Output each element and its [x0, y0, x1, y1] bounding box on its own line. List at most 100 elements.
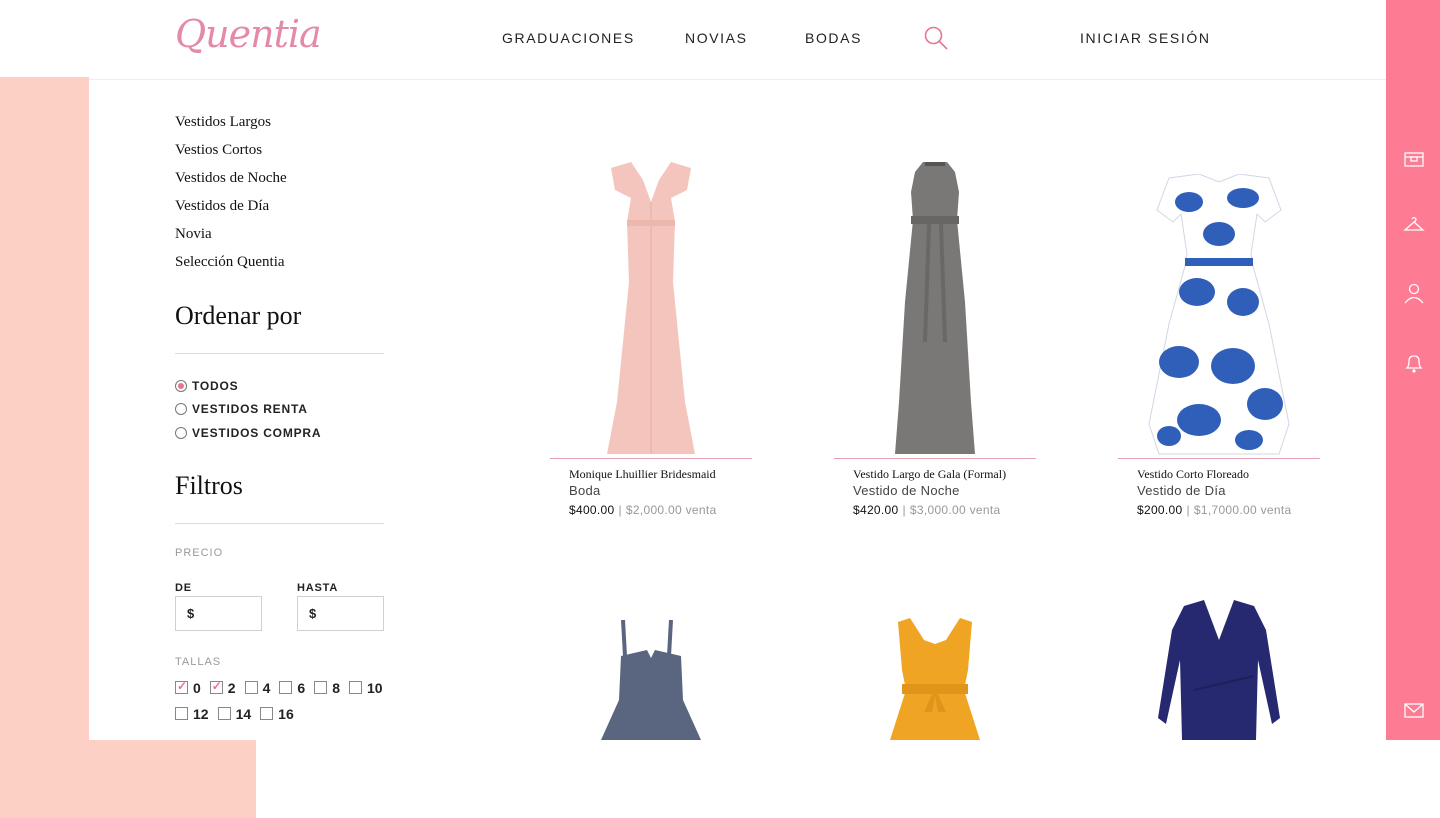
to-label: HASTA: [297, 581, 339, 594]
mail-icon[interactable]: [1403, 699, 1425, 721]
checkbox-icon[interactable]: [314, 681, 328, 694]
category-link[interactable]: Vestidos de Noche: [175, 166, 395, 194]
sort-option-label: TODOS: [192, 378, 239, 393]
sort-option-renta[interactable]: VESTIDOS RENTA: [175, 398, 395, 422]
product-category: Boda: [569, 483, 601, 498]
dress-image: [1158, 600, 1280, 740]
radio-icon[interactable]: [175, 426, 187, 439]
top-header: Quentia GRADUACIONES NOVIAS BODAS INICIA…: [89, 0, 1386, 80]
catalog-page: Quentia GRADUACIONES NOVIAS BODAS INICIA…: [89, 0, 1386, 740]
size-label: 2: [227, 679, 236, 696]
bell-icon[interactable]: [1403, 352, 1425, 374]
product-divider: [834, 458, 1036, 459]
nav-bodas[interactable]: BODAS: [805, 30, 862, 46]
size-label: 4: [262, 679, 271, 696]
size-option[interactable]: 2: [209, 679, 236, 696]
right-utility-rail: [1386, 0, 1440, 740]
size-label: 0: [193, 679, 201, 696]
dress-image: [890, 618, 980, 740]
checkbox-checked-icon[interactable]: [209, 679, 223, 694]
checkbox-checked-icon[interactable]: [175, 679, 188, 694]
product-card[interactable]: Vestido Largo de Gala (Formal) Vestido d…: [834, 148, 1036, 517]
checkbox-icon[interactable]: [279, 681, 293, 694]
product-card[interactable]: [550, 600, 752, 740]
sale-price: $1,7000.00 venta: [1193, 503, 1292, 517]
checkbox-icon[interactable]: [260, 707, 274, 720]
price-to-input[interactable]: $: [297, 595, 384, 631]
sizes-label: TALLAS: [175, 655, 222, 668]
radio-selected-icon[interactable]: [175, 379, 187, 392]
left-gutter: [0, 0, 89, 77]
size-label: 16: [278, 705, 294, 722]
size-label: 12: [193, 705, 209, 722]
product-price: $200.00 | $1,7000.00 venta: [1137, 503, 1320, 517]
product-card[interactable]: Vestido Corto Floreado Vestido de Día $2…: [1118, 148, 1320, 517]
category-link[interactable]: Vestidos Largos: [175, 110, 395, 138]
divider: [175, 353, 384, 354]
nav-graduaciones[interactable]: GRADUACIONES: [502, 30, 635, 46]
size-option[interactable]: 12: [175, 706, 209, 722]
category-link[interactable]: Vestidos de Día: [175, 194, 395, 222]
filters-title: Filtros: [175, 470, 243, 500]
size-option[interactable]: 10: [348, 680, 383, 696]
sort-option-todos[interactable]: TODOS: [175, 374, 395, 398]
decorative-pink-footer: [0, 740, 256, 818]
dress-image: [607, 162, 695, 454]
product-card[interactable]: [1118, 600, 1320, 740]
size-label: 8: [332, 679, 340, 696]
size-option[interactable]: 0: [175, 679, 201, 696]
sort-title: Ordenar por: [175, 301, 302, 330]
rent-price: $400.00: [569, 503, 615, 517]
product-price: $400.00 | $2,000.00 venta: [569, 503, 752, 517]
category-link[interactable]: Vestios Cortos: [175, 138, 395, 166]
nav-novias[interactable]: NOVIAS: [685, 30, 748, 46]
product-name[interactable]: Vestido Corto Floreado: [1137, 467, 1320, 482]
product-name[interactable]: Vestido Largo de Gala (Formal): [853, 467, 1036, 482]
product-card[interactable]: Monique Lhuillier Bridesmaid Boda $400.0…: [550, 148, 752, 517]
size-option[interactable]: 14: [217, 706, 251, 722]
brand-logo[interactable]: Quentia: [175, 12, 322, 56]
radio-icon[interactable]: [175, 403, 187, 416]
sale-price: $3,000.00 venta: [909, 503, 1001, 517]
price-from-input[interactable]: $: [175, 595, 262, 631]
checkbox-icon[interactable]: [217, 707, 231, 720]
product-category: Vestido de Día: [1137, 483, 1226, 498]
product-divider: [1118, 458, 1320, 459]
size-option[interactable]: 8: [314, 680, 340, 696]
checkbox-icon[interactable]: [348, 681, 362, 694]
product-divider: [550, 458, 752, 459]
price-label: PRECIO: [175, 546, 224, 559]
checkbox-icon[interactable]: [175, 707, 188, 720]
box-icon[interactable]: [1403, 148, 1425, 170]
hanger-icon[interactable]: [1403, 214, 1425, 236]
category-link[interactable]: Selección Quentia: [175, 250, 395, 278]
product-image[interactable]: [834, 148, 1036, 458]
size-label: 6: [297, 679, 306, 696]
from-label: DE: [175, 581, 192, 594]
login-link[interactable]: INICIAR SESIÓN: [1080, 30, 1211, 46]
size-option[interactable]: 16: [260, 706, 294, 722]
product-image[interactable]: [1118, 148, 1320, 458]
sale-price: $2,000.00 venta: [625, 503, 717, 517]
sort-option-label: VESTIDOS RENTA: [192, 402, 308, 417]
product-image[interactable]: [1118, 600, 1320, 740]
size-option[interactable]: 6: [279, 680, 305, 696]
dress-image: [601, 619, 701, 740]
size-option[interactable]: 4: [244, 679, 271, 696]
sort-option-compra[interactable]: VESTIDOS COMPRA: [175, 421, 395, 445]
product-image[interactable]: [550, 600, 752, 740]
user-icon[interactable]: [1403, 282, 1425, 304]
product-card[interactable]: [834, 600, 1036, 740]
price-separator: |: [1186, 503, 1190, 517]
category-link[interactable]: Novia: [175, 222, 395, 250]
search-icon[interactable]: [923, 25, 949, 51]
sizes-row: 12 14 16: [175, 702, 395, 726]
checkbox-icon[interactable]: [244, 681, 258, 694]
product-image[interactable]: [550, 148, 752, 458]
filter-sidebar: Vestidos Largos Vestios Cortos Vestidos …: [175, 110, 395, 726]
product-name[interactable]: Monique Lhuillier Bridesmaid: [569, 467, 752, 482]
sizes-row: 0 2 4 6 8 10: [175, 676, 395, 700]
sort-options: TODOS VESTIDOS RENTA VESTIDOS COMPRA: [175, 374, 395, 445]
price-separator: |: [902, 503, 906, 517]
product-image[interactable]: [834, 600, 1036, 740]
